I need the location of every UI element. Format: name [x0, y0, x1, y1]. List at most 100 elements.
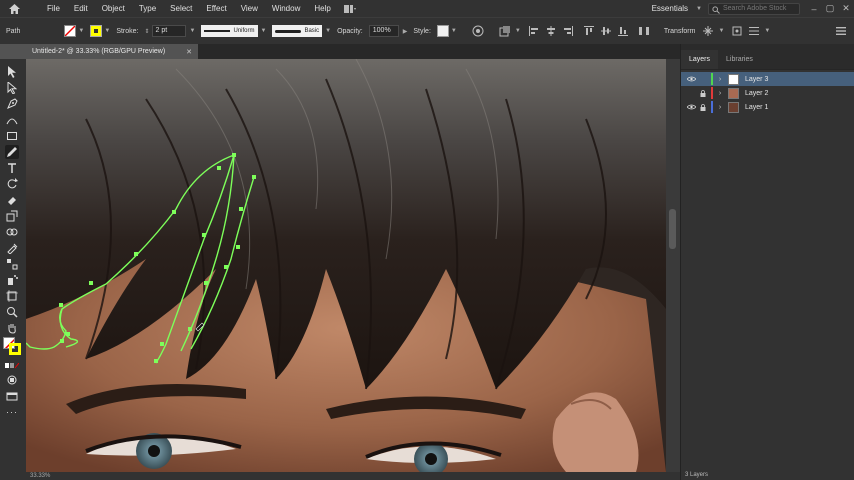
stroke-weight-field[interactable]: 2 pt: [151, 25, 186, 37]
align-right-icon[interactable]: [561, 24, 575, 38]
chevron-right-icon[interactable]: ›: [715, 90, 725, 97]
menu-object[interactable]: Object: [95, 0, 132, 17]
menu-view[interactable]: View: [234, 0, 265, 17]
pen-tool-icon[interactable]: [5, 97, 19, 111]
more-options-icon[interactable]: [747, 24, 761, 38]
pencil-tool-icon[interactable]: [5, 145, 19, 159]
layer-row-layer-1[interactable]: › Layer 1: [681, 100, 854, 114]
isolate-object-icon[interactable]: [701, 24, 715, 38]
screen-mode-icon[interactable]: [5, 389, 19, 403]
opacity-field[interactable]: 100%: [368, 25, 399, 37]
chevron-down-icon[interactable]: ▼: [78, 28, 84, 34]
type-tool-icon[interactable]: [5, 161, 19, 175]
align-bottom-icon[interactable]: [616, 24, 630, 38]
align-top-icon[interactable]: [582, 24, 596, 38]
visibility-eye-icon[interactable]: [686, 104, 696, 110]
chevron-down-icon[interactable]: ▼: [515, 28, 521, 34]
menu-file[interactable]: File: [40, 0, 67, 17]
panel-menu-icon[interactable]: [834, 24, 848, 38]
vertical-scrollbar[interactable]: [666, 59, 680, 472]
layers-panel: Layers Libraries › Layer 3 › Layer 2 › L…: [680, 44, 854, 480]
scale-tool-icon[interactable]: [5, 209, 19, 223]
stepper-icon[interactable]: ⇕: [145, 28, 150, 35]
layer-row-layer-3[interactable]: › Layer 3: [681, 72, 854, 86]
draw-mode-icon[interactable]: [5, 373, 19, 387]
hand-tool-icon[interactable]: [5, 321, 19, 335]
zoom-tool-icon[interactable]: [5, 305, 19, 319]
selection-tool-icon[interactable]: [5, 65, 19, 79]
chevron-down-icon[interactable]: ▼: [764, 28, 770, 34]
style-label: Style:: [413, 27, 431, 35]
minimize-button[interactable]: –: [806, 4, 822, 14]
stroke-swatch-tool[interactable]: [9, 343, 21, 355]
home-icon[interactable]: [6, 3, 22, 15]
layer-name[interactable]: Layer 1: [745, 104, 768, 111]
fill-stroke-swatches[interactable]: [3, 337, 23, 357]
rotate-tool-icon[interactable]: [5, 177, 19, 191]
lock-icon[interactable]: [698, 89, 708, 97]
tab-libraries[interactable]: Libraries: [718, 56, 761, 69]
brush-label: Basic: [304, 28, 320, 34]
layer-name[interactable]: Layer 3: [745, 76, 768, 83]
symbol-sprayer-tool-icon[interactable]: [5, 273, 19, 287]
eraser-tool-icon[interactable]: [5, 193, 19, 207]
chevron-down-icon[interactable]: ▼: [104, 28, 110, 34]
menu-window[interactable]: Window: [265, 0, 307, 17]
chevron-down-icon[interactable]: ▼: [261, 28, 267, 34]
recolor-artwork-icon[interactable]: [471, 24, 485, 38]
menu-select[interactable]: Select: [163, 0, 199, 17]
arrange-documents-icon[interactable]: [343, 4, 358, 14]
close-window-button[interactable]: ✕: [838, 3, 854, 14]
maximize-button[interactable]: ▢: [822, 3, 838, 14]
transform-button[interactable]: Transform: [664, 28, 696, 35]
align-left-icon[interactable]: [527, 24, 541, 38]
distribute-icon[interactable]: [637, 24, 651, 38]
artboard-canvas[interactable]: [26, 59, 666, 472]
lock-icon[interactable]: [698, 103, 708, 111]
shape-builder-tool-icon[interactable]: [5, 225, 19, 239]
menu-type[interactable]: Type: [132, 0, 163, 17]
opacity-label[interactable]: Opacity:: [337, 28, 363, 35]
chevron-right-icon[interactable]: ›: [715, 76, 725, 83]
workspace-switcher[interactable]: Essentials: [652, 4, 688, 13]
curvature-tool-icon[interactable]: [5, 113, 19, 127]
chevron-down-icon[interactable]: ▼: [718, 28, 724, 34]
edit-toolbar-icon[interactable]: ···: [5, 405, 19, 419]
visibility-eye-icon[interactable]: [686, 76, 696, 82]
layer-name[interactable]: Layer 2: [745, 90, 768, 97]
blend-tool-icon[interactable]: [5, 257, 19, 271]
puppet-warp-icon[interactable]: [730, 24, 744, 38]
zoom-level[interactable]: 33.33%: [30, 473, 50, 479]
document-tab[interactable]: Untitled-2* @ 33.33% (RGB/GPU Preview) ✕: [26, 44, 198, 59]
layer-count: 3 Layers: [685, 472, 709, 478]
chevron-down-icon: ▼: [696, 5, 702, 12]
tab-layers[interactable]: Layers: [681, 50, 719, 69]
brush-definition[interactable]: Basic: [272, 25, 323, 37]
menu-effect[interactable]: Effect: [199, 0, 233, 17]
chevron-down-icon[interactable]: ▼: [190, 28, 196, 34]
scrollbar-thumb[interactable]: [669, 209, 676, 249]
chevron-right-icon[interactable]: ›: [715, 104, 725, 111]
graphic-style-swatch[interactable]: [436, 25, 449, 37]
chevron-down-icon[interactable]: ▼: [325, 28, 331, 34]
menu-help[interactable]: Help: [307, 0, 337, 17]
fill-swatch[interactable]: [64, 25, 77, 37]
rectangle-tool-icon[interactable]: [5, 129, 19, 143]
stock-search-input[interactable]: Search Adobe Stock: [708, 2, 800, 15]
layer-row-layer-2[interactable]: › Layer 2: [681, 86, 854, 100]
stroke-label[interactable]: Stroke:: [116, 28, 138, 35]
color-mode-icons[interactable]: [5, 359, 19, 373]
stroke-swatch[interactable]: [90, 25, 103, 37]
close-tab-icon[interactable]: ✕: [186, 48, 192, 56]
artboard-tool-icon[interactable]: [5, 289, 19, 303]
menu-edit[interactable]: Edit: [67, 0, 95, 17]
chevron-down-icon[interactable]: ▼: [451, 28, 457, 34]
align-center-icon[interactable]: [544, 24, 558, 38]
eyedropper-tool-icon[interactable]: [5, 241, 19, 255]
variable-width-profile[interactable]: Uniform: [201, 25, 258, 37]
align-middle-icon[interactable]: [599, 24, 613, 38]
direct-selection-tool-icon[interactable]: [5, 81, 19, 95]
chevron-right-icon[interactable]: ▶: [403, 28, 408, 35]
layer-color-bar: [711, 73, 713, 85]
align-to-icon[interactable]: [498, 24, 512, 38]
